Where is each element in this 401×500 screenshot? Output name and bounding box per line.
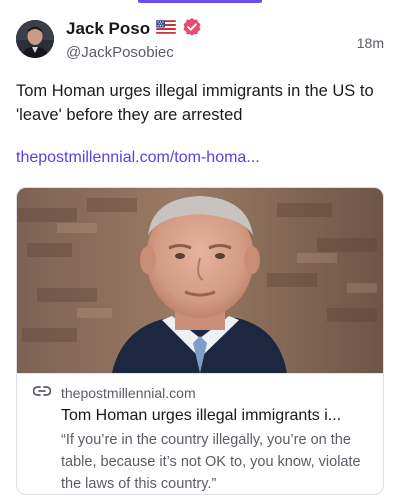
link-preview-body: thepostmillennial.com Tom Homan urges il… xyxy=(17,373,383,494)
top-tab-indicator xyxy=(138,0,262,3)
link-icon xyxy=(32,384,52,402)
link-preview-image xyxy=(17,188,383,373)
author-handle[interactable]: @JackPosobiec xyxy=(66,44,174,61)
link-preview-domain: thepostmillennial.com xyxy=(61,385,196,401)
author-display-name[interactable]: Jack Poso xyxy=(66,19,150,39)
link-preview-card[interactable]: thepostmillennial.com Tom Homan urges il… xyxy=(16,187,384,495)
post-timestamp: 18m xyxy=(356,35,384,51)
avatar[interactable] xyxy=(16,20,54,58)
author-name-row[interactable]: Jack Poso xyxy=(66,17,202,42)
link-preview-title[interactable]: Tom Homan urges illegal immigrants i... xyxy=(61,407,373,425)
link-preview-description: “If you’re in the country illegally, you… xyxy=(61,432,361,492)
post-link[interactable]: thepostmillennial.com/tom-homa... xyxy=(16,149,260,167)
link-preview-domain-row: thepostmillennial.com xyxy=(32,384,196,402)
us-flag-icon xyxy=(155,19,177,39)
post-text: Tom Homan urges illegal immigrants in th… xyxy=(16,82,374,124)
verified-badge-icon xyxy=(182,17,202,42)
post-header: Jack Poso @JackPosobiec 18m xyxy=(0,14,401,70)
